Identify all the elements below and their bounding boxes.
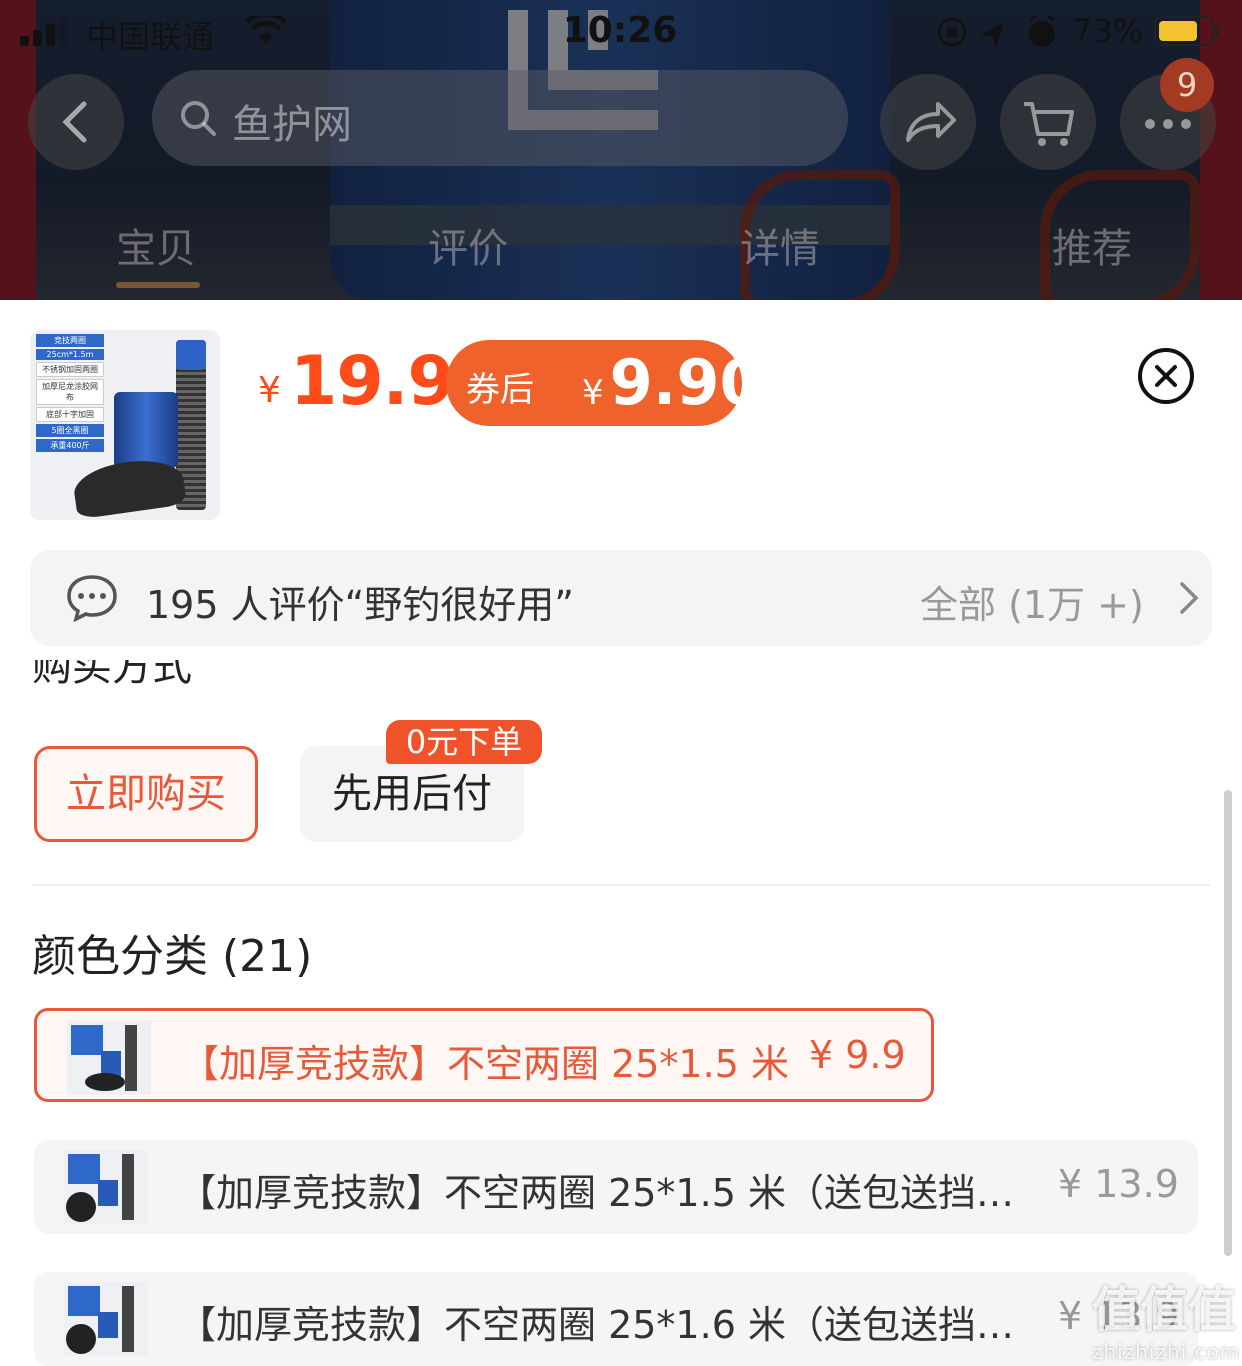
sku-sheet: 竞技两圈 25cm*1.5m 不锈钢加固两圈 加厚尼龙涂胶网布 底部十字加固 5…: [0, 300, 1242, 1366]
cart-button[interactable]: [1000, 74, 1096, 170]
chevron-right-icon: [1180, 582, 1199, 614]
purchase-method-title-text: 购买方式: [32, 660, 192, 690]
thumbnail-labels: 竞技两圈 25cm*1.5m 不锈钢加固两圈 加厚尼龙涂胶网布 底部十字加固 5…: [36, 334, 104, 454]
close-icon: [1155, 365, 1177, 387]
option-price: ¥ 13.9: [1058, 1162, 1179, 1206]
battery-icon: [1154, 16, 1219, 46]
battery-percent: 73%: [1072, 12, 1144, 50]
review-summary-bar[interactable]: 195 人评价“野钓很好用” 全部 (1万 +): [30, 550, 1212, 646]
color-option[interactable]: 【加厚竞技款】不空两圈 25*1.6 米（送包送挡… ¥ 13.9: [34, 1272, 1198, 1366]
tab-item[interactable]: 宝贝: [86, 216, 226, 274]
carrier-name: 中国联通: [86, 18, 215, 56]
watermark-site: zhizhizhi.com: [1092, 1340, 1241, 1364]
status-icons: [937, 14, 1055, 48]
option-name: 【加厚竞技款】不空两圈 25*1.5 米（送包送挡…: [178, 1171, 1014, 1215]
thumb-label: 5圈全黑圈: [36, 424, 104, 437]
close-button[interactable]: [1138, 348, 1194, 404]
price: 19.9: [290, 342, 455, 421]
status-bar: 中国联通 10:26 73%: [0, 0, 1242, 64]
review-summary-text: 195 人评价“野钓很好用”: [146, 583, 574, 627]
search-icon: [181, 101, 216, 136]
thumb-label: 25cm*1.5m: [36, 349, 104, 360]
thumb-can: [114, 392, 178, 468]
option-price: ¥ 9.9: [809, 1033, 906, 1077]
share-button[interactable]: [880, 74, 976, 170]
tab-reviews[interactable]: 评价: [398, 216, 538, 274]
price-currency: ¥: [258, 370, 281, 411]
cart-icon: [1024, 102, 1074, 146]
coupon-label: 券后: [466, 370, 534, 410]
coupon-price-badge: 券后 ¥9.90: [446, 340, 763, 426]
product-thumbnail[interactable]: 竞技两圈 25cm*1.5m 不锈钢加固两圈 加厚尼龙涂胶网布 底部十字加固 5…: [30, 330, 220, 520]
coupon-currency: ¥: [582, 373, 604, 413]
color-option[interactable]: 【加厚竞技款】不空两圈 25*1.5 米（送包送挡… ¥ 13.9: [34, 1140, 1198, 1234]
clock: 10:26: [562, 10, 678, 51]
thumb-label: 承重400斤: [36, 439, 104, 452]
chevron-left-icon: [62, 101, 87, 143]
search-placeholder: 鱼护网: [232, 102, 352, 148]
cart-count-badge: 9: [1160, 58, 1214, 112]
tab-details[interactable]: 详情: [710, 216, 850, 274]
coupon-price-value: 9.90: [609, 346, 763, 419]
site-watermark: 值值值 zhizhizhi.com: [1092, 1270, 1242, 1364]
zero-down-tag: 0元下单: [386, 720, 542, 764]
color-option[interactable]: 【加厚竞技款】不空两圈 25*1.5 米 ¥ 9.9: [34, 1008, 934, 1102]
watermark-logo: 值: [1188, 1282, 1237, 1338]
watermark-logo: 值: [1092, 1282, 1141, 1338]
buy-now-button[interactable]: 立即购买: [34, 746, 258, 842]
divider: [32, 884, 1210, 886]
scrollbar[interactable]: [1224, 790, 1232, 1256]
coupon-price: ¥9.90: [582, 346, 763, 419]
thumb-label: 竞技两圈: [36, 334, 104, 347]
thumb-label: 加厚尼龙涂胶网布: [36, 379, 104, 405]
color-category-title: 颜色分类 (21): [32, 931, 313, 982]
product-tabs: 宝贝 评价 详情 推荐: [0, 216, 1242, 276]
option-thumbnail: [64, 1150, 148, 1224]
option-name: 【加厚竞技款】不空两圈 25*1.6 米（送包送挡…: [178, 1303, 1014, 1347]
wifi-icon: [246, 16, 286, 44]
tab-recommend[interactable]: 推荐: [1022, 216, 1162, 274]
back-button[interactable]: [28, 74, 124, 170]
thumb-label: 不锈钢加固两圈: [36, 362, 104, 377]
option-thumbnail: [67, 1021, 151, 1095]
share-icon: [906, 102, 956, 142]
search-bar[interactable]: 鱼护网: [152, 70, 848, 166]
thumb-label: 底部十字加固: [36, 407, 104, 422]
purchase-method-title: 购买方式: [32, 660, 332, 708]
review-all-link[interactable]: 全部 (1万 +): [920, 574, 1144, 629]
tab-indicator: [116, 282, 200, 288]
cellular-signal-icon: [20, 16, 70, 46]
watermark-logo: 值: [1140, 1282, 1189, 1338]
option-name: 【加厚竞技款】不空两圈 25*1.5 米: [181, 1042, 789, 1086]
chat-bubble-icon: [67, 575, 117, 622]
option-thumbnail: [64, 1282, 148, 1356]
